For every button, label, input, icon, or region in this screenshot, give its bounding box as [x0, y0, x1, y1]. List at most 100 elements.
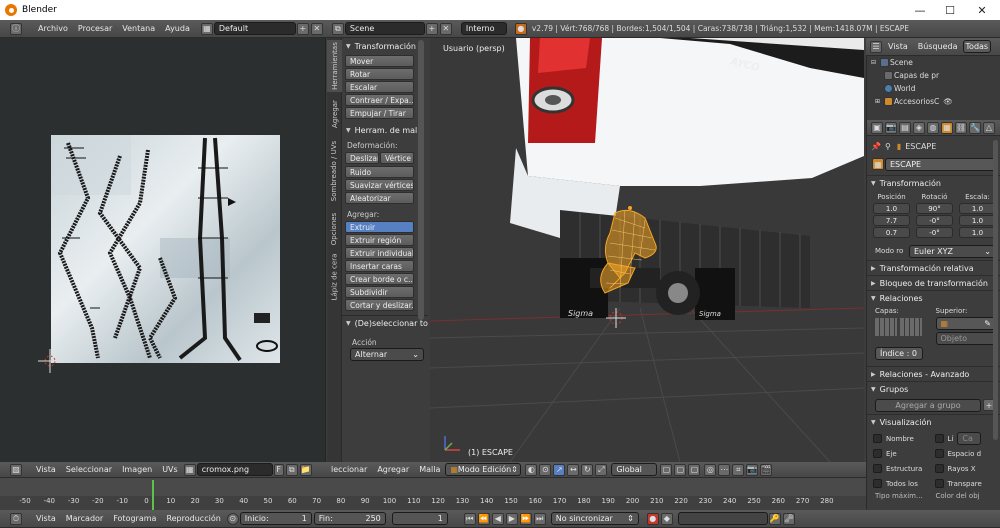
tool-cortar-deslizar-button[interactable]: Cortar y deslizar... — [345, 299, 414, 311]
panel-mesh-tools-header[interactable]: ▼ Herram. de malla — [342, 122, 428, 138]
layers-grid[interactable] — [875, 318, 936, 336]
layout-grid-icon[interactable]: ▦ — [200, 22, 213, 35]
tool-escalar-button[interactable]: Escalar — [345, 81, 414, 93]
tool-suavizar-button[interactable]: Suavizar vértices — [345, 179, 414, 191]
tool-insertar-caras-button[interactable]: Insertar caras — [345, 260, 414, 272]
world-tab-icon[interactable]: ◍ — [927, 121, 939, 134]
tool-vertice-button[interactable]: Vértice — [380, 152, 414, 164]
preview-range-icon[interactable]: ⊙ — [226, 512, 239, 525]
uv-menu-uvs[interactable]: UVs — [157, 465, 183, 474]
object-tab-icon[interactable]: ▦ — [941, 121, 953, 134]
image-name-field[interactable]: cromox.png — [196, 463, 273, 476]
constraints-tab-icon[interactable]: ⛓ — [955, 121, 967, 134]
scale-z[interactable]: 1.0 — [959, 227, 996, 238]
tab-lapiz-de-cera[interactable]: Lápiz de cera — [327, 252, 342, 302]
layer-icon-3[interactable]: ▢ — [688, 463, 701, 476]
scale-y[interactable]: 1.0 — [959, 215, 996, 226]
rotation-mode-select[interactable]: Euler XYZ ⌄ — [909, 244, 996, 258]
keying-set-field[interactable] — [677, 512, 768, 525]
location-x[interactable]: 1.0 — [873, 203, 910, 214]
rotate-icon[interactable]: ↻ — [581, 463, 594, 476]
play-icon[interactable]: ▶ — [505, 512, 518, 525]
manipulator-icon[interactable]: ↗ — [553, 463, 566, 476]
render-engine-select[interactable]: Interno — [460, 22, 507, 35]
keying-set-icon[interactable]: ◆ — [660, 512, 673, 525]
tool-empujar-button[interactable]: Empujar / Tirar — [345, 107, 414, 119]
scale-icon[interactable]: ⤢ — [595, 463, 608, 476]
tab-agregar[interactable]: Agregar — [327, 94, 342, 134]
relations-extras-header[interactable]: ▶ Relaciones - Avanzado — [867, 366, 1000, 381]
prev-keyframe-icon[interactable]: ⏪ — [477, 512, 490, 525]
data-tab-icon[interactable]: △ — [983, 121, 995, 134]
viewport-canvas[interactable]: AYCO Sigma Sigma — [430, 38, 864, 462]
outliner-row-world[interactable]: World — [867, 82, 1000, 95]
opengl-render-icon[interactable]: 🎬 — [760, 463, 773, 476]
layout-selector[interactable]: Default — [213, 22, 296, 35]
add-scene-icon[interactable]: + — [425, 22, 438, 35]
tool-rotar-button[interactable]: Rotar — [345, 68, 414, 80]
tool-subdividir-button[interactable]: Subdividir — [345, 286, 414, 298]
close-window-button[interactable]: ✕ — [966, 0, 998, 20]
layer-icon-2[interactable]: ▢ — [674, 463, 687, 476]
menu-procesar[interactable]: Procesar — [73, 24, 117, 33]
parent-field[interactable]: ▦ ✎ — [935, 317, 996, 330]
uv-menu-vista[interactable]: Vista — [31, 465, 61, 474]
display-texture-space-checkbox[interactable]: Espacio d — [934, 446, 997, 461]
menu-archivo[interactable]: Archivo — [33, 24, 73, 33]
image-browse-icon[interactable]: ▦ — [183, 463, 196, 476]
tool-contraer-button[interactable]: Contraer / Expa... — [345, 94, 414, 106]
tab-opciones[interactable]: Opciones — [327, 208, 342, 250]
open-image-icon[interactable]: 📁 — [299, 463, 312, 476]
uv-menu-imagen[interactable]: Imagen — [117, 465, 157, 474]
timeline-menu-reproduccion[interactable]: Reproducción — [161, 514, 225, 523]
groups-header[interactable]: ▼ Grupos — [867, 381, 1000, 396]
render-tab-icon[interactable]: 📷 — [885, 121, 897, 134]
tab-herramientas[interactable]: Herramientas — [327, 40, 342, 92]
tool-panel-scrollbar[interactable] — [418, 40, 424, 320]
delete-keyframe-icon[interactable]: 🗝 — [782, 512, 795, 525]
action-select[interactable]: Alternar ⌄ — [350, 348, 424, 361]
scale-x[interactable]: 1.0 — [959, 203, 996, 214]
delta-transform-header[interactable]: ▶ Transformación relativa — [867, 260, 1000, 275]
tool-mover-button[interactable]: Mover — [345, 55, 414, 67]
play-reverse-icon[interactable]: ◀ — [491, 512, 504, 525]
display-transparency-checkbox[interactable]: Transpare — [934, 476, 997, 491]
timeline-menu-fotograma[interactable]: Fotograma — [108, 514, 161, 523]
proportional-edit-icon[interactable]: ◎ — [704, 463, 717, 476]
display-name-checkbox[interactable]: Nombre — [873, 431, 935, 446]
outliner-menu-busqueda[interactable]: Búsqueda — [913, 42, 963, 51]
display-bounds-checkbox[interactable]: Lí Ca — [934, 431, 997, 446]
view3d-menu-agregar[interactable]: Agregar — [372, 465, 414, 474]
panel-deselect-header[interactable]: ▼(De)seleccionar todo — [342, 315, 428, 331]
transform-locks-header[interactable]: ▶ Bloqueo de transformación — [867, 275, 1000, 290]
add-to-group-button[interactable]: Agregar a grupo — [875, 398, 981, 412]
remove-scene-icon[interactable]: ✕ — [439, 22, 452, 35]
timeline-menu-marcador[interactable]: Marcador — [61, 514, 108, 523]
timeline-editor-icon[interactable]: ⏱ — [10, 512, 22, 525]
properties-scrollbar[interactable] — [993, 140, 998, 440]
outliner-filter-select[interactable]: Todas — [962, 40, 991, 53]
display-header[interactable]: ▼ Visualización — [867, 414, 1000, 429]
rotation-y[interactable]: -0° — [916, 215, 953, 226]
menu-ventana[interactable]: Ventana — [117, 24, 160, 33]
location-z[interactable]: 0.7 — [873, 227, 910, 238]
scene-selector[interactable]: Scene — [344, 22, 425, 35]
outliner-row-accesorios[interactable]: ⊞ AccesoriosC 👁 — [867, 95, 1000, 108]
tool-extruir-individual-button[interactable]: Extruir individual — [345, 247, 414, 259]
add-layout-icon[interactable]: + — [296, 22, 309, 35]
outliner-editor-icon[interactable]: ☰ — [870, 40, 882, 53]
tool-crear-borde-button[interactable]: Crear borde o c... — [345, 273, 414, 285]
record-icon[interactable]: ● — [646, 512, 659, 525]
display-all-edges-checkbox[interactable]: Todos los — [873, 476, 935, 491]
jump-start-icon[interactable]: ⏮ — [463, 512, 476, 525]
location-y[interactable]: 7.7 — [873, 215, 910, 226]
visibility-eye-icon[interactable]: 👁 — [943, 97, 953, 106]
insert-keyframe-icon[interactable]: 🔑 — [768, 512, 781, 525]
layers-tab-icon[interactable]: ▤ — [899, 121, 911, 134]
outliner-row-layers[interactable]: Capas de pr — [867, 69, 1000, 82]
sync-mode-select[interactable]: No sincronizar ⇕ — [550, 512, 639, 525]
uv-menu-seleccionar[interactable]: Seleccionar — [61, 465, 117, 474]
tool-extruir-button[interactable]: Extruir — [345, 221, 414, 233]
current-frame-field[interactable]: 1 — [391, 512, 448, 525]
parent-type-select[interactable]: Objeto — [935, 332, 996, 345]
